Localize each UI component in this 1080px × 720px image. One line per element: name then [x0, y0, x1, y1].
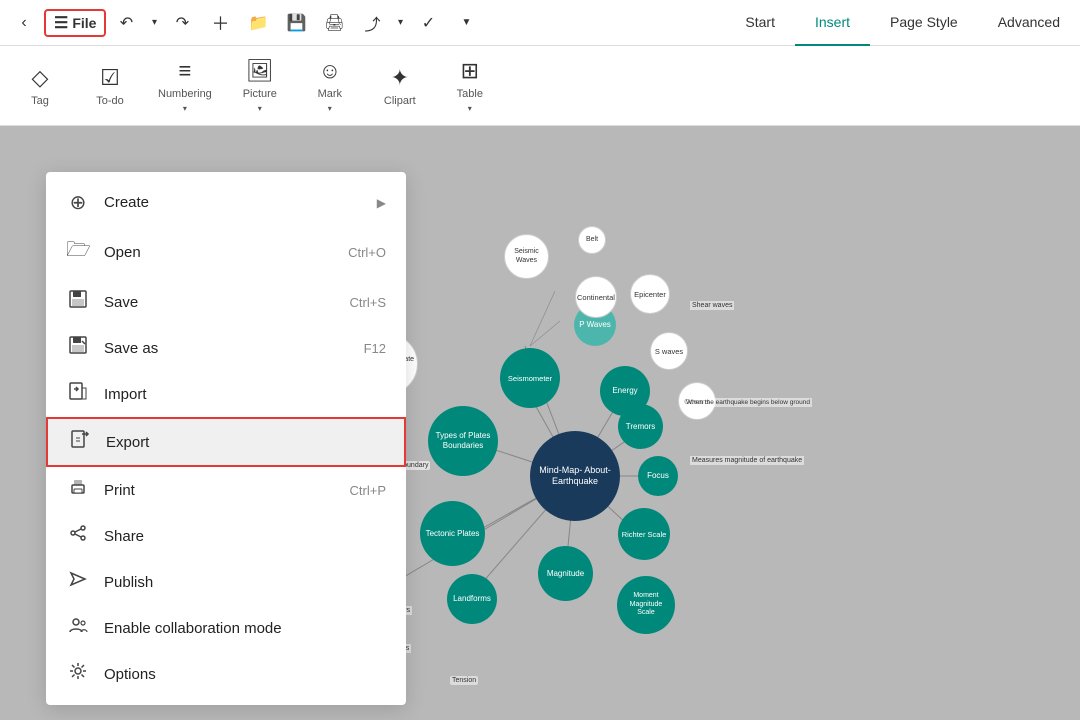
tag-icon: ◇ [32, 65, 49, 91]
tab-advanced[interactable]: Advanced [978, 0, 1080, 46]
save-button[interactable]: 💾 [278, 5, 314, 41]
node-seismometer[interactable]: Seismometer [500, 348, 560, 408]
redo-button[interactable]: ↷ [164, 5, 200, 41]
share-icon [66, 523, 90, 549]
mark-arrow: ▾ [328, 104, 332, 113]
print-icon [66, 477, 90, 503]
tool-todo[interactable]: ☑ To-do [80, 59, 140, 113]
picture-icon: 🖼 [246, 58, 274, 84]
node-landforms[interactable]: Landforms [447, 574, 497, 624]
node-belt[interactable]: Belt [578, 226, 606, 254]
add-button[interactable]: ＋ [202, 5, 238, 41]
tab-page-style[interactable]: Page Style [870, 0, 978, 46]
menu-item-print[interactable]: Print Ctrl+P [46, 467, 406, 513]
undo-button[interactable]: ↶ [108, 5, 144, 41]
save-icon [66, 289, 90, 315]
node-richter[interactable]: Richter Scale [618, 508, 670, 560]
folder-button[interactable]: 📁 [240, 5, 276, 41]
tab-start[interactable]: Start [725, 0, 795, 46]
numbering-arrow: ▾ [183, 104, 187, 113]
create-submenu-arrow: ▶ [377, 196, 386, 210]
node-tremors[interactable]: Tremors [618, 404, 663, 449]
check-button[interactable]: ✓ [410, 5, 446, 41]
tool-mark[interactable]: ☺ Mark ▾ [300, 52, 360, 119]
tab-insert[interactable]: Insert [795, 0, 870, 46]
node-types[interactable]: Types of PlatesBoundaries [428, 406, 498, 476]
nav-tabs: Start Insert Page Style Advanced [725, 0, 1080, 46]
file-label: File [72, 15, 96, 31]
label-measure: Measures magnitude of earthquake [690, 456, 804, 465]
export-icon [68, 429, 92, 455]
mark-icon: ☺ [319, 58, 341, 84]
create-icon: ⊕ [66, 190, 90, 215]
publish-icon [66, 569, 90, 595]
menu-item-options[interactable]: Options [46, 651, 406, 697]
label-shear: Shear waves [690, 301, 734, 310]
label-quake: When the earthquake begins below ground [684, 398, 812, 407]
node-continental[interactable]: Continental [575, 276, 617, 318]
clipart-icon: ✦ [391, 65, 409, 91]
menu-item-publish[interactable]: Publish [46, 559, 406, 605]
menu-item-create[interactable]: ⊕ Create ▶ [46, 180, 406, 225]
secondary-toolbar: ◇ Tag ☑ To-do ≡ Numbering ▾ 🖼 Picture ▾ … [0, 46, 1080, 126]
main-toolbar: ‹ ☰ File ↶ ▾ ↷ ＋ 📁 💾 🖨 ⤴ ▾ ✓ ▼ Start Ins… [0, 0, 1080, 46]
undo-dropdown[interactable]: ▾ [146, 5, 162, 41]
options-icon [66, 661, 90, 687]
node-seismic[interactable]: Seismic Waves [504, 234, 549, 279]
tool-tag[interactable]: ◇ Tag [10, 59, 70, 113]
menu-item-open[interactable]: 🗁 Open Ctrl+O [46, 225, 406, 279]
node-swaves1[interactable]: S waves [650, 332, 688, 370]
file-menu-button[interactable]: ☰ File [44, 9, 106, 37]
menu-item-collab[interactable]: Enable collaboration mode [46, 605, 406, 651]
menu-item-import[interactable]: Import [46, 371, 406, 417]
node-tectonic[interactable]: Tectonic Plates [420, 501, 485, 566]
todo-icon: ☑ [100, 65, 120, 91]
tool-table[interactable]: ⊞ Table ▾ [440, 52, 500, 119]
node-center[interactable]: Mind-Map- About- Earthquake [530, 431, 620, 521]
label-tension: Tension [450, 676, 478, 685]
export-dropdown[interactable]: ▾ [392, 5, 408, 41]
main-area: Mind-Map- About- Earthquake Types of Pla… [0, 126, 1080, 720]
file-dropdown-menu: ⊕ Create ▶ 🗁 Open Ctrl+O Save Ctrl+S [46, 172, 406, 705]
open-icon: 🗁 [66, 235, 90, 269]
picture-arrow: ▾ [258, 104, 262, 113]
export-button[interactable]: ⤴ [354, 5, 390, 41]
print-button[interactable]: 🖨 [316, 5, 352, 41]
table-icon: ⊞ [461, 58, 479, 84]
node-moment[interactable]: Moment MagnitudeScale [617, 576, 675, 634]
menu-item-save-as[interactable]: Save as F12 [46, 325, 406, 371]
toolbar-left-section: ‹ ☰ File ↶ ▾ ↷ ＋ 📁 💾 🖨 ⤴ ▾ ✓ ▼ [0, 5, 490, 41]
hamburger-icon: ☰ [54, 13, 68, 33]
node-magnitude[interactable]: Magnitude [538, 546, 593, 601]
tool-numbering[interactable]: ≡ Numbering ▾ [150, 52, 220, 119]
tool-picture[interactable]: 🖼 Picture ▾ [230, 52, 290, 119]
node-focus[interactable]: Focus [638, 456, 678, 496]
more-button[interactable]: ▼ [448, 5, 484, 41]
collab-icon [66, 615, 90, 641]
menu-item-share[interactable]: Share [46, 513, 406, 559]
node-epicenter[interactable]: Epicenter [630, 274, 670, 314]
import-icon [66, 381, 90, 407]
numbering-icon: ≡ [178, 58, 191, 84]
menu-item-save[interactable]: Save Ctrl+S [46, 279, 406, 325]
save-as-icon [66, 335, 90, 361]
table-arrow: ▾ [468, 104, 472, 113]
back-button[interactable]: ‹ [6, 5, 42, 41]
menu-item-export[interactable]: Export [46, 417, 406, 467]
tool-clipart[interactable]: ✦ Clipart [370, 59, 430, 113]
